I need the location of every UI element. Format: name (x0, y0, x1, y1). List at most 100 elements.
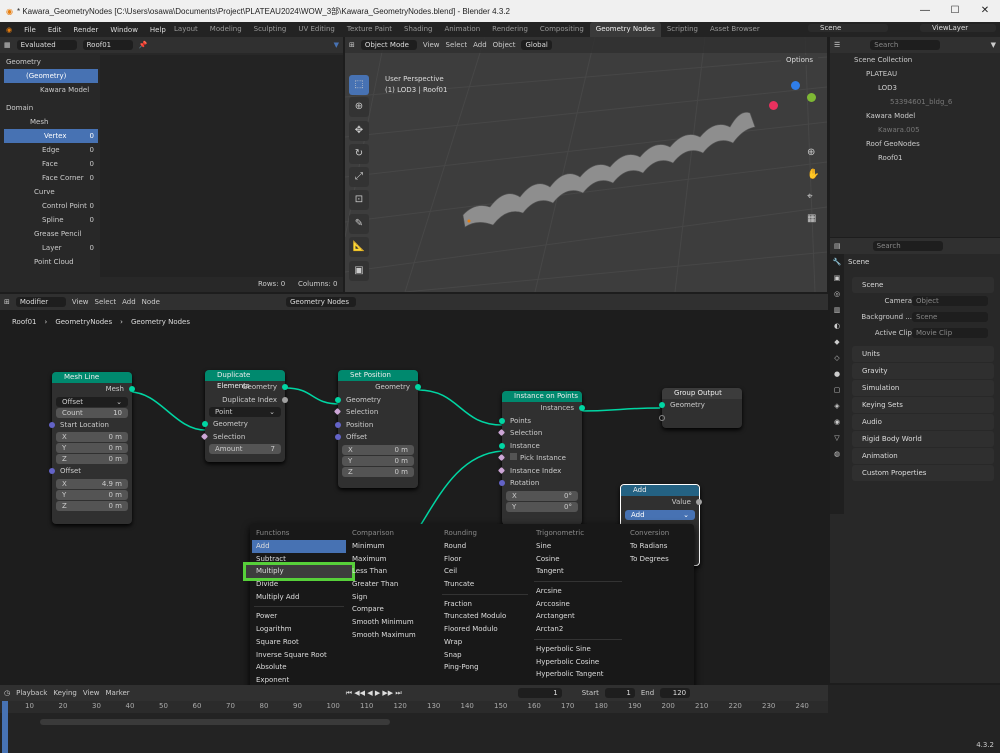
menu-item-greater-than[interactable]: Greater Than (348, 578, 438, 591)
camera-field[interactable]: Object (912, 296, 988, 306)
scene-collection[interactable]: Scene Collection (830, 53, 1000, 67)
offset-x[interactable]: X0 m (342, 444, 414, 455)
scene-selector[interactable]: Scene (808, 24, 888, 32)
menu-item-divide[interactable]: Divide (252, 578, 346, 591)
menu-item-snap[interactable]: Snap (440, 649, 530, 662)
offset-x[interactable]: X 4.9 m (56, 478, 128, 489)
menu-item-minimum[interactable]: Minimum (348, 540, 438, 553)
annotate-tool-icon[interactable]: ✎ (349, 214, 369, 234)
socket-value-out[interactable]: Value (621, 496, 702, 509)
offset-z[interactable]: Z0 m (56, 500, 128, 511)
editor-type-icon[interactable]: ▦ (4, 41, 11, 49)
menu-item-sine[interactable]: Sine (532, 540, 624, 553)
menu-item-ping-pong[interactable]: Ping-Pong (440, 661, 530, 674)
menu-item-power[interactable]: Power (252, 610, 346, 623)
viewport-menu-select[interactable]: Select (446, 41, 468, 49)
menu-item-tangent[interactable]: Tangent (532, 565, 624, 578)
socket-geometry-out[interactable]: Geometry (338, 381, 421, 394)
timeline-menu-marker[interactable]: Marker (105, 689, 129, 697)
menu-item-ceil[interactable]: Ceil (440, 565, 530, 578)
camera-view-icon[interactable]: ⌖ (807, 191, 813, 202)
vertex-item[interactable]: Vertex 0 (4, 129, 98, 143)
node-duplicate-elements[interactable]: Duplicate Elements Geometry Duplicate In… (200, 370, 288, 462)
tab-shading[interactable]: Shading (398, 22, 438, 37)
mesh-item[interactable]: Mesh (0, 115, 98, 129)
minimize-button[interactable]: — (910, 0, 940, 22)
menu-item-logarithm[interactable]: Logarithm (252, 623, 346, 636)
move-tool-icon[interactable]: ✥ (349, 121, 369, 141)
hand-pan-icon[interactable]: ✋ (807, 169, 819, 180)
offset-y[interactable]: Y0 m (342, 455, 414, 466)
timeline-menu-playback[interactable]: Playback (16, 689, 47, 697)
menu-item-hyperbolic-tangent[interactable]: Hyperbolic Tangent (532, 668, 624, 681)
socket-empty[interactable] (659, 412, 742, 425)
menu-item-inverse-square-root[interactable]: Inverse Square Root (252, 649, 346, 662)
kawara005-object[interactable]: Kawara.005 (830, 123, 1000, 137)
menu-item-round[interactable]: Round (440, 540, 530, 553)
plateau-collection[interactable]: PLATEAU (830, 67, 1000, 81)
object-field[interactable]: Roof01 (82, 40, 133, 50)
socket-position[interactable]: Position (335, 419, 418, 432)
menu-window[interactable]: Window (104, 26, 144, 34)
lod3-collection[interactable]: LOD3 (830, 81, 1000, 95)
frame-ruler[interactable]: 10 20 30 40 50 60 70 80 90 100 110 120 130 140 150 160 1… (0, 701, 828, 713)
node-set-position[interactable]: Set Position Geometry Geometry Selection… (333, 370, 421, 488)
roof01-object[interactable]: Roof01 (830, 151, 1000, 165)
menu-item-floor[interactable]: Floor (440, 553, 530, 566)
current-frame-field[interactable]: 1 (517, 688, 562, 698)
scroll-bar[interactable] (40, 719, 390, 725)
background-field[interactable]: Scene (912, 312, 988, 322)
tab-modeling[interactable]: Modeling (204, 22, 248, 37)
properties-editor-icon[interactable]: ▤ (834, 242, 841, 250)
timeline-editor-icon[interactable]: ◷ (4, 689, 10, 697)
face-item[interactable]: Face 0 (0, 157, 98, 171)
socket-geometry-in[interactable]: Geometry (202, 418, 285, 431)
tab-compositing[interactable]: Compositing (534, 22, 590, 37)
tab-rendering[interactable]: Rendering (486, 22, 534, 37)
playback-controls[interactable]: ⏮ ◀◀ ◀ ▶ ▶▶ ⏭ (346, 689, 402, 698)
socket-selection[interactable]: Selection (497, 427, 582, 440)
navigation-gizmo[interactable] (769, 81, 816, 125)
menu-item-smooth-minimum[interactable]: Smooth Minimum (348, 616, 438, 629)
transform-orientation[interactable]: Global (521, 40, 552, 50)
socket-points[interactable]: Points (499, 415, 582, 428)
transform-tool-icon[interactable]: ⊡ (349, 190, 369, 210)
start-z[interactable]: Z0 m (56, 454, 128, 464)
menu-item-sign[interactable]: Sign (348, 591, 438, 604)
animation-panel[interactable]: Animation (852, 448, 994, 464)
socket-start-location[interactable]: Start Location (49, 419, 132, 432)
menu-item-arcsine[interactable]: Arcsine (532, 585, 624, 598)
object-mode-dropdown[interactable]: Object Mode (360, 40, 417, 50)
scale-tool-icon[interactable]: ⤢ (349, 167, 369, 187)
menu-item-to-radians[interactable]: To Radians (626, 540, 690, 553)
start-x[interactable]: X0 m (56, 432, 128, 442)
viewlayer-selector[interactable]: ViewLayer (920, 24, 996, 32)
node-mesh-line[interactable]: Mesh Line Mesh Offset ⌄ Count 10 Start Loc… (49, 372, 135, 524)
amount-field[interactable]: Amount 7 (209, 444, 281, 454)
playhead[interactable] (2, 701, 8, 753)
tab-animation[interactable]: Animation (438, 22, 486, 37)
menu-item-arctangent[interactable]: Arctangent (532, 610, 624, 623)
menu-item-add[interactable]: Add (252, 540, 346, 553)
roof-geonodes-collection[interactable]: Roof GeoNodes (830, 137, 1000, 151)
units-panel[interactable]: Units (852, 346, 994, 362)
domain-dropdown[interactable]: Point ⌄ (209, 407, 281, 417)
kawara-model-item[interactable]: Kawara Model (0, 83, 98, 97)
rotate-tool-icon[interactable]: ↻ (349, 144, 369, 164)
curve-item[interactable]: Curve (0, 185, 98, 199)
evaluated-dropdown[interactable]: Evaluated (16, 40, 77, 50)
maximize-button[interactable]: ☐ (940, 0, 970, 22)
tab-sculpting[interactable]: Sculpting (248, 22, 293, 37)
layer-item[interactable]: Layer 0 (0, 241, 98, 255)
custom-properties-panel[interactable]: Custom Properties (852, 465, 994, 481)
socket-offset[interactable]: Offset (335, 431, 418, 444)
socket-instances-out[interactable]: Instances (502, 402, 585, 415)
menu-item-maximum[interactable]: Maximum (348, 553, 438, 566)
menu-item-to-degrees[interactable]: To Degrees (626, 553, 690, 566)
operation-dropdown[interactable]: Add ⌄ (625, 509, 695, 520)
tab-uv-editing[interactable]: UV Editing (292, 22, 341, 37)
tab-layout[interactable]: Layout (168, 22, 204, 37)
menu-item-floored-modulo[interactable]: Floored Modulo (440, 623, 530, 636)
add-cube-tool-icon[interactable]: ▣ (349, 261, 369, 281)
socket-offset[interactable]: Offset (49, 465, 132, 478)
